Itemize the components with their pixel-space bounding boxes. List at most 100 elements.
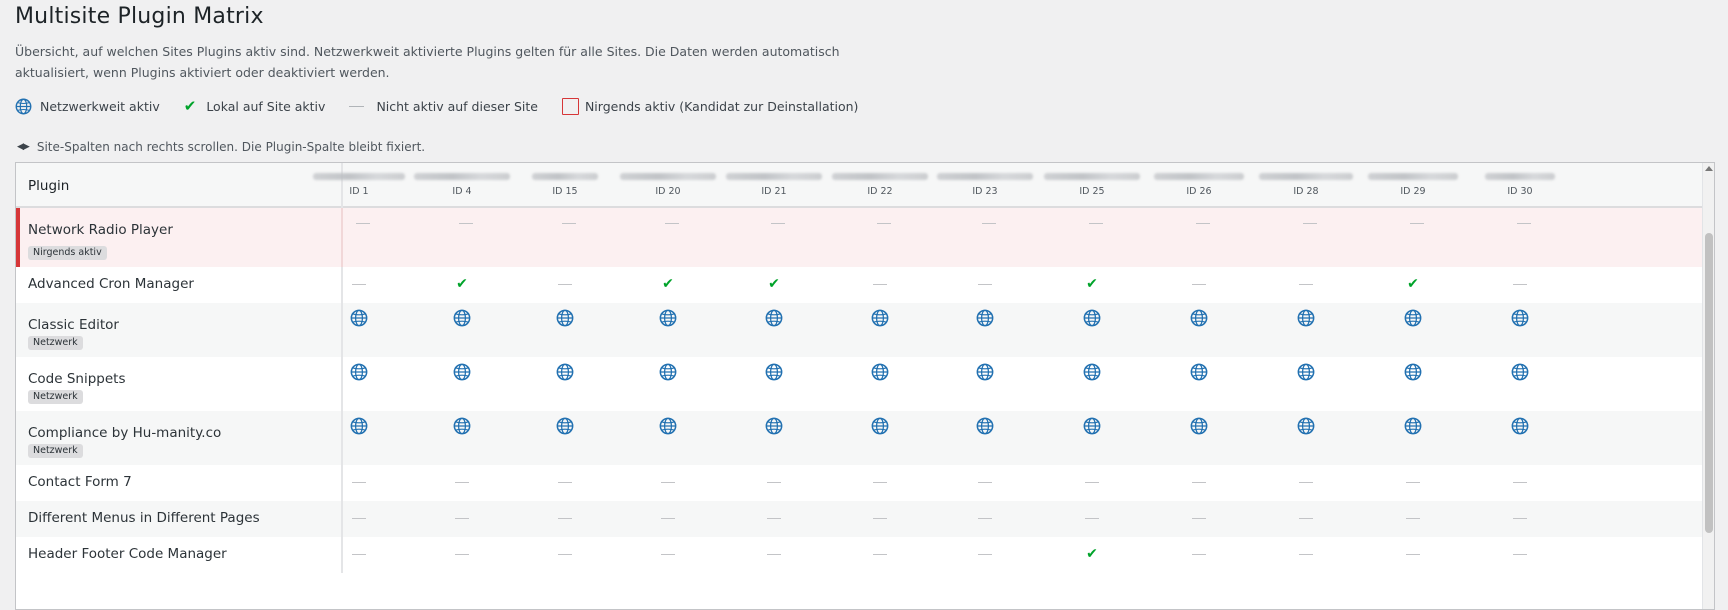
dash-icon [349, 472, 369, 492]
dash-icon [1296, 472, 1316, 492]
dash-icon [658, 544, 678, 564]
site-name-blurred [1368, 173, 1458, 180]
legend-local: ✔ Lokal auf Site aktiv [184, 97, 326, 115]
page-description: Übersicht, auf welchen Sites Plugins akt… [15, 44, 840, 80]
globe-icon [870, 416, 890, 436]
globe-icon [349, 308, 369, 328]
plugin-cell: Contact Form 7 [16, 465, 343, 501]
site-id-label: ID 15 [552, 186, 578, 197]
site-column-header[interactable]: ID 30 [1468, 163, 1572, 206]
site-column-header[interactable]: ID 15 [513, 163, 617, 206]
globe-icon [1296, 308, 1316, 328]
checkmark-icon: ✔ [1086, 546, 1098, 562]
globe-icon [452, 416, 472, 436]
globe-icon [658, 416, 678, 436]
legend-nowhere-label: Nirgends aktiv (Kandidat zur Deinstallat… [584, 98, 859, 114]
globe-icon [870, 362, 890, 382]
dash-icon [1403, 544, 1423, 564]
dash-icon [870, 508, 890, 528]
table-row: Network Radio Player Nirgends aktiv [16, 208, 1702, 267]
vertical-scrollbar[interactable] [1702, 163, 1714, 609]
plugin-matrix-page: Multisite Plugin Matrix Übersicht, auf w… [0, 0, 1728, 610]
site-column-header[interactable]: ID 25 [1040, 163, 1144, 206]
checkmark-icon: ✔ [1086, 276, 1098, 292]
plugin-cell: Advanced Cron Manager [16, 267, 343, 303]
dash-icon [658, 508, 678, 528]
left-right-arrows-icon: ◀▶ [17, 142, 30, 152]
table-row: Compliance by Hu-manity.co Netzwerk [16, 411, 1702, 465]
globe-icon [1510, 308, 1530, 328]
dash-icon [349, 544, 369, 564]
scrollbar-thumb[interactable] [1705, 233, 1713, 533]
dash-icon [1510, 508, 1530, 528]
site-column-header[interactable]: ID 1 [307, 163, 411, 206]
site-column-header[interactable]: ID 23 [933, 163, 1037, 206]
dash-icon [870, 472, 890, 492]
site-column-header[interactable]: ID 21 [722, 163, 826, 206]
globe-icon [452, 308, 472, 328]
globe-icon [1189, 416, 1209, 436]
site-id-label: ID 25 [1079, 186, 1105, 197]
legend: Netzwerkweit aktiv ✔ Lokal auf Site akti… [15, 96, 882, 116]
dash-icon [658, 472, 678, 492]
globe-icon [975, 308, 995, 328]
dash-icon [1086, 213, 1106, 233]
table-row: Header Footer Code Manager ✔ [16, 537, 1702, 573]
checkmark-icon: ✔ [456, 276, 468, 292]
dash-icon [555, 274, 575, 294]
legend-inactive: Nicht aktiv auf dieser Site [349, 99, 538, 114]
status-badge: Netzwerk [28, 390, 83, 404]
dash-icon [559, 213, 579, 233]
site-name-blurred [1154, 173, 1244, 180]
globe-icon [1189, 362, 1209, 382]
legend-nowhere: Nirgends aktiv (Kandidat zur Deinstallat… [561, 97, 859, 115]
site-column-header[interactable]: ID 20 [616, 163, 720, 206]
dash-icon [555, 544, 575, 564]
globe-icon [1082, 362, 1102, 382]
globe-icon [658, 362, 678, 382]
status-badge: Netzwerk [28, 444, 83, 458]
table-row: Different Menus in Different Pages [16, 501, 1702, 537]
site-column-header[interactable]: ID 28 [1254, 163, 1358, 206]
dash-icon [1189, 274, 1209, 294]
plugin-matrix-table[interactable]: Plugin ID 1 ID 4 ID 15 ID 20 ID 21 ID 22 ID 23… [15, 162, 1715, 610]
site-name-blurred [414, 173, 510, 180]
dash-icon [975, 274, 995, 294]
dash-icon [1300, 213, 1320, 233]
globe-icon [349, 416, 369, 436]
site-column-header[interactable]: ID 29 [1361, 163, 1465, 206]
site-name-blurred [726, 173, 822, 180]
globe-icon [870, 308, 890, 328]
dash-icon [1296, 274, 1316, 294]
dash-icon [1407, 213, 1427, 233]
dash-icon [1189, 472, 1209, 492]
globe-icon [764, 308, 784, 328]
checkmark-icon: ✔ [768, 276, 780, 292]
table-row: Advanced Cron Manager ✔ ✔ ✔ ✔ ✔ [16, 267, 1702, 303]
site-name-blurred [937, 173, 1033, 180]
table-row: Contact Form 7 [16, 465, 1702, 501]
plugin-name: Compliance by Hu-manity.co [28, 425, 222, 441]
site-column-header[interactable]: ID 4 [410, 163, 514, 206]
checkmark-icon: ✔ [1407, 276, 1419, 292]
plugin-name: Classic Editor [28, 317, 119, 333]
site-id-label: ID 26 [1186, 186, 1212, 197]
scroll-up-arrow-icon[interactable] [1705, 166, 1713, 171]
legend-network: Netzwerkweit aktiv [15, 98, 160, 115]
dash-icon [1082, 508, 1102, 528]
site-id-label: ID 20 [655, 186, 681, 197]
globe-icon [452, 362, 472, 382]
dash-icon [1082, 472, 1102, 492]
plugin-cell: Compliance by Hu-manity.co Netzwerk [16, 411, 343, 465]
site-column-header[interactable]: ID 26 [1147, 163, 1251, 206]
globe-icon [975, 416, 995, 436]
plugin-column-header[interactable]: Plugin [16, 163, 343, 208]
plugin-cell: Different Menus in Different Pages [16, 501, 343, 537]
site-column-header[interactable]: ID 22 [828, 163, 932, 206]
globe-icon [1403, 416, 1423, 436]
dash-icon [1296, 508, 1316, 528]
dash-icon [768, 213, 788, 233]
plugin-name: Advanced Cron Manager [28, 276, 194, 292]
dash-icon [555, 508, 575, 528]
site-id-label: ID 21 [761, 186, 787, 197]
